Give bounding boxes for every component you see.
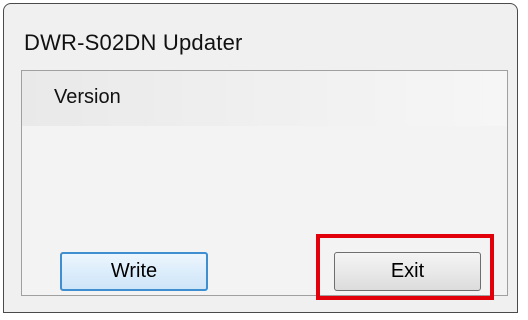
updater-window: DWR-S02DN Updater Version Write Exit [3, 3, 518, 313]
exit-button-label: Exit [390, 260, 425, 282]
write-button[interactable]: Write [60, 252, 208, 291]
exit-button[interactable]: Exit [334, 252, 481, 291]
dialog-content-panel: Version Write Exit [21, 70, 508, 296]
write-button-label: Write [110, 260, 158, 282]
version-label: Version [54, 86, 121, 108]
window-title: DWR-S02DN Updater [24, 30, 243, 55]
